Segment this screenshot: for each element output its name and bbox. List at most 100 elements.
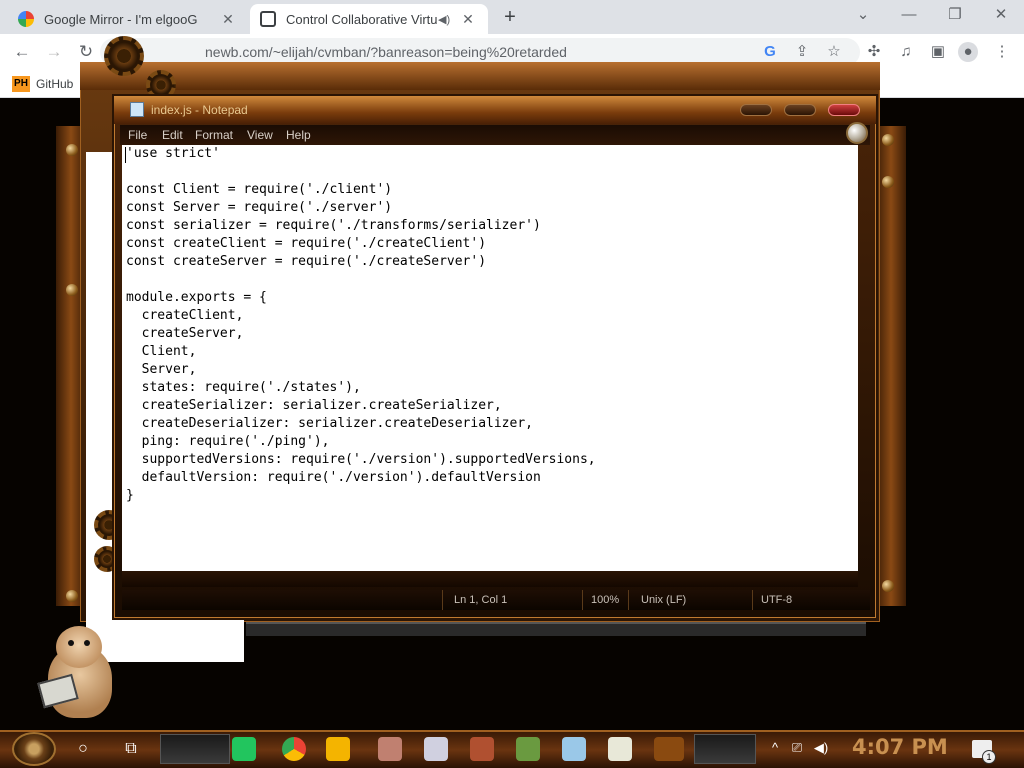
close-window-button[interactable]: ✕ [978,4,1024,28]
restore-button[interactable]: ❐ [932,4,978,28]
code-line: defaultVersion: require('./version').def… [126,470,541,485]
more-menu-icon[interactable]: ⋮ [992,42,1012,62]
status-divider [628,590,629,610]
status-zoom: 100% [591,594,620,606]
status-divider [442,590,443,610]
magnifier-lens-icon [846,122,868,144]
status-line-endings: Unix (LF) [641,594,687,606]
chrome-app-icon[interactable] [282,737,306,761]
app-icon[interactable] [378,737,402,761]
code-line: createServer, [126,326,244,341]
url-text[interactable]: newb.com/~elijah/cvmban/?banreason=being… [205,44,567,60]
notes-app-icon[interactable] [232,737,256,761]
status-divider [752,590,753,610]
tab-close-icon[interactable]: ✕ [458,11,478,28]
app-icon[interactable] [608,737,632,761]
maximize-button[interactable] [784,104,816,116]
rivet-icon [66,590,78,602]
status-position: Ln 1, Col 1 [454,594,508,606]
code-line: const Client = require('./client') [126,182,393,197]
network-icon[interactable]: ⎚ [788,740,806,756]
back-arrow-icon[interactable]: ← [10,40,34,64]
tab-title: Google Mirror - I'm elgooG [44,11,198,27]
taskbar-slot [694,734,756,764]
share-icon[interactable]: ⇪ [792,42,812,62]
rivet-icon [882,134,894,146]
code-line: createSerializer: serializer.createSeria… [126,398,502,413]
taskbar-slot [160,734,230,764]
profile-avatar[interactable]: ● [958,42,978,62]
menu-edit[interactable]: Edit [162,128,183,142]
background-scrollbar[interactable] [246,622,866,636]
horizontal-scrollbar[interactable] [122,571,858,587]
rivet-icon [882,176,894,188]
close-button[interactable] [828,104,860,116]
new-tab-button[interactable]: + [498,6,522,30]
task-view-icon[interactable]: ⧉ [118,736,144,762]
bookmark-badge: PH [12,76,30,92]
hamster-eye [68,640,74,646]
code-line: Server, [126,362,197,377]
side-panel-icon[interactable]: ▣ [928,42,948,62]
menu-file[interactable]: File [128,128,147,142]
tab-title: Control Collaborative Virtual [286,11,438,27]
status-encoding: UTF-8 [761,594,793,606]
forward-arrow-icon[interactable]: → [42,40,66,64]
rivet-icon [66,284,78,296]
notepad-text-area[interactable]: 'use strict' const Client = require('./c… [122,145,858,571]
code-line: const createClient = require('./createCl… [126,236,487,251]
site-favicon-icon [260,11,276,27]
notification-count-badge: 1 [982,750,996,764]
volume-icon[interactable]: ◀) [812,740,830,756]
hamster-mascot [37,626,114,722]
code-line: const createServer = require('./createSe… [126,254,487,269]
search-circle-icon[interactable]: ○ [70,736,96,762]
code-line: supportedVersions: require('./version').… [126,452,596,467]
tab-close-icon[interactable]: ✕ [218,11,238,28]
background-window-titlebar[interactable] [80,62,880,90]
app-icon[interactable] [470,737,494,761]
rivet-icon [66,144,78,156]
code-line: createClient, [126,308,244,323]
chevron-up-icon[interactable]: ^ [766,740,784,755]
reload-icon[interactable]: ↻ [74,40,98,64]
code-line: states: require('./states'), [126,380,361,395]
bookmark-star-icon[interactable]: ☆ [824,42,844,62]
hamster-head [56,626,102,668]
code-line: Client, [126,344,197,359]
media-controls-icon[interactable]: ♫ [896,42,916,62]
app-icon[interactable] [654,737,684,761]
gear-icon [104,36,144,76]
rivet-icon [882,580,894,592]
code-line: } [126,488,134,503]
chevron-down-icon[interactable]: ⌄ [840,4,886,28]
minimize-button[interactable] [740,104,772,116]
code-line: 'use strict' [126,146,220,161]
code-line: module.exports = { [126,290,267,305]
taskbar-clock[interactable]: 4:07 PM [852,735,948,759]
bookmark-github[interactable]: PH GitHub [12,76,73,92]
code-line: createDeserializer: serializer.createDes… [126,416,533,431]
notepad-app-icon [130,102,144,117]
google-lens-icon[interactable]: G [760,42,780,62]
audio-playing-icon[interactable]: ◀) [438,13,454,26]
minecraft-icon[interactable] [516,737,540,761]
extensions-icon[interactable]: ✣ [864,42,884,62]
decorative-frame-right [876,126,906,606]
menu-help[interactable]: Help [286,128,311,142]
file-explorer-icon[interactable] [326,737,350,761]
bookmark-label: GitHub [36,77,74,91]
tab-control-collaborative[interactable]: Control Collaborative Virtual ◀) ✕ [250,4,488,34]
code-line: ping: require('./ping'), [126,434,330,449]
menu-view[interactable]: View [247,128,273,142]
minimize-button[interactable]: — [886,4,932,28]
menu-format[interactable]: Format [195,128,233,142]
status-divider [582,590,583,610]
start-button[interactable] [12,732,56,766]
app-icon[interactable] [424,737,448,761]
hamster-eye [84,640,90,646]
app-icon[interactable] [562,737,586,761]
google-favicon-icon [18,11,34,27]
code-line: const serializer = require('./transforms… [126,218,541,233]
tab-google-mirror[interactable]: Google Mirror - I'm elgooG ✕ [8,4,248,34]
